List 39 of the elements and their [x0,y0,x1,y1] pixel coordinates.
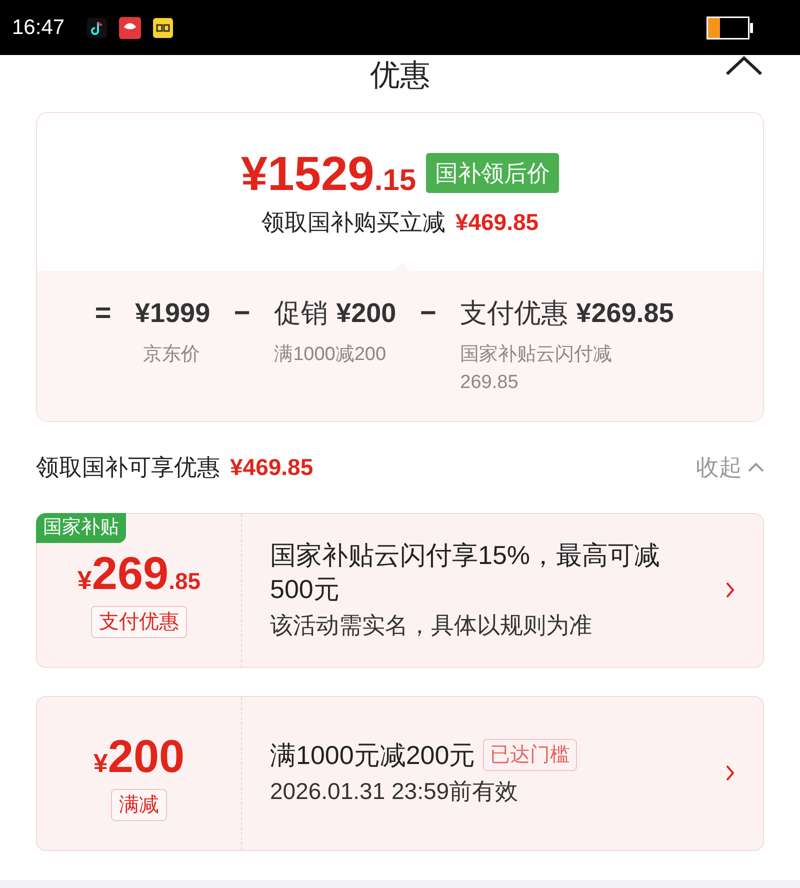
threshold-badge: 已达门槛 [483,739,578,771]
app-icon [152,18,173,38]
collapse-chevron-icon[interactable] [724,55,764,77]
coupon-amount: ¥200 [93,733,185,783]
coupon-tag: 国家补贴 [36,512,126,543]
price-label: 促销 [274,297,328,330]
app-icon [118,16,141,38]
sheet-title: 优惠 [370,61,430,91]
coupon-note: 2026.01.31 23:59前有效 [270,777,520,806]
chevron-up-icon [748,462,764,472]
battery-icon [706,16,754,40]
coupon-title: 国家补贴云闪付享15%，最高可减500元 [270,539,662,606]
price-note: 满1000减200 [274,343,388,367]
chevron-right-icon [725,581,735,599]
music-note-icon [86,18,107,38]
coupon-type: 支付优惠 [91,606,187,638]
coupon-note: 该活动需实名，具体以规则为准 [270,611,593,640]
discount-amount: ¥469.85 [455,208,539,237]
section-title: 领取国补可享优惠 [36,453,220,482]
price-value: ¥200 [336,297,396,330]
section-amount: ¥469.85 [230,453,314,482]
coupon-amount: ¥269.85 [77,550,201,600]
coupon-title: 满1000元减200元 [270,739,476,772]
status-time: 16:47 [12,14,65,41]
chevron-right-icon [725,764,735,782]
operator-sign: − [232,296,252,330]
price-value: ¥1999 [135,297,210,330]
subsidy-badge: 国补领后价 [426,152,560,194]
discount-caption: 领取国补购买立减 [261,208,446,237]
price-label: 支付优惠 [460,297,568,330]
operator-sign: = [94,296,112,330]
final-price: ¥1529.15 [240,151,416,199]
price-note: 国家补贴云闪付减269.85 [460,343,614,395]
coupon-card[interactable]: 国家补贴 ¥269.85 支付优惠 国家补贴云闪付享15%，最高可减500元 该活动需实名，具体以规则为准 [36,512,764,668]
operator-sign: − [418,296,438,330]
price-note: 京东价 [142,343,201,367]
coupon-type: 满减 [111,789,167,821]
price-value: ¥269.85 [576,297,674,330]
coupon-card[interactable]: ¥200 满减 满1000元减200元 已达门槛 2026.01.31 23:59前有效 [36,696,764,850]
